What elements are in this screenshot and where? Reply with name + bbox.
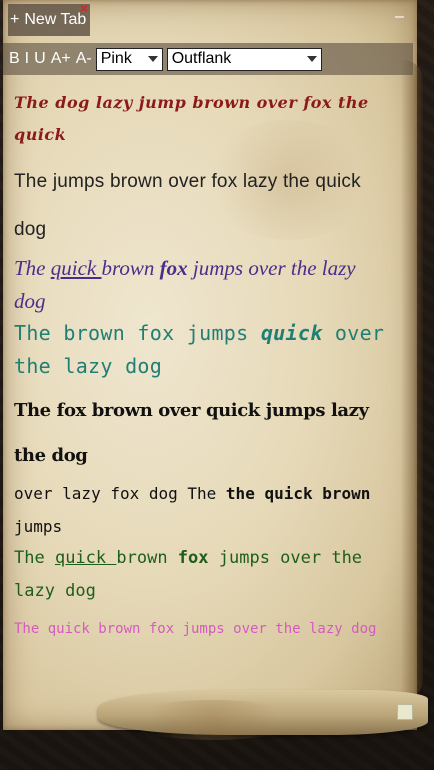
text-segment: The brown fox jumps	[14, 321, 261, 345]
color-select[interactable]: Pink	[95, 47, 163, 71]
bold-button[interactable]: B	[9, 50, 20, 68]
text-line-8[interactable]: The quick brown fox jumps over the lazy …	[14, 616, 392, 642]
font-size-decrease-button[interactable]: A-	[76, 50, 92, 68]
tab-new[interactable]: + New Tab ×	[8, 1, 90, 36]
chevron-down-icon	[147, 56, 158, 62]
font-select-value: Outflank	[171, 50, 232, 67]
font-select[interactable]: Outflank	[166, 47, 322, 71]
text-line-5[interactable]: The fox brown over quick jumps lazy the …	[14, 388, 392, 478]
bold-italic-text: quick	[260, 321, 323, 345]
bold-text: fox	[159, 256, 188, 280]
close-icon[interactable]: ×	[80, 1, 88, 15]
text-segment: brown	[116, 548, 178, 568]
text-segment: The	[14, 548, 55, 568]
text-line-2[interactable]: The jumps brown over fox lazy the quick …	[14, 158, 392, 254]
underlined-text: quick	[54, 548, 117, 568]
color-select-value: Pink	[100, 50, 132, 67]
text-segment: jumps	[14, 517, 63, 536]
text-segment: The	[14, 256, 51, 280]
tab-bar: + New Tab × –	[0, 0, 414, 38]
text-line-7[interactable]: The quick brown fox jumps over the lazy …	[14, 542, 392, 608]
italic-button[interactable]: I	[25, 50, 29, 68]
font-size-increase-button[interactable]: A+	[51, 50, 71, 68]
text-segment: brown	[101, 256, 160, 280]
minimize-button[interactable]: –	[395, 8, 404, 26]
text-line-4[interactable]: The brown fox jumps quick over the lazy …	[14, 317, 392, 383]
parchment-stain	[123, 700, 303, 740]
text-line-3[interactable]: The quick brown fox jumps over the lazy …	[14, 252, 392, 318]
underline-button[interactable]: U	[34, 50, 46, 68]
text-line-1[interactable]: The dog lazy jump brown over fox the qui…	[14, 87, 392, 151]
parchment-edge	[401, 60, 423, 700]
new-tab-plus-icon[interactable]: +	[10, 11, 19, 29]
bold-text: fox	[177, 548, 209, 568]
chevron-down-icon	[306, 56, 317, 62]
bold-text: the quick brown	[225, 484, 371, 503]
underlined-text: quick	[50, 256, 102, 280]
text-line-6[interactable]: over lazy fox dog The the quick brown ju…	[14, 477, 392, 543]
tab-title[interactable]: New Tab	[24, 11, 86, 29]
format-toolbar: B I U A+ A- Pink Outflank	[3, 43, 413, 75]
text-segment: over lazy fox dog The	[14, 484, 226, 503]
resize-handle[interactable]	[397, 704, 413, 720]
